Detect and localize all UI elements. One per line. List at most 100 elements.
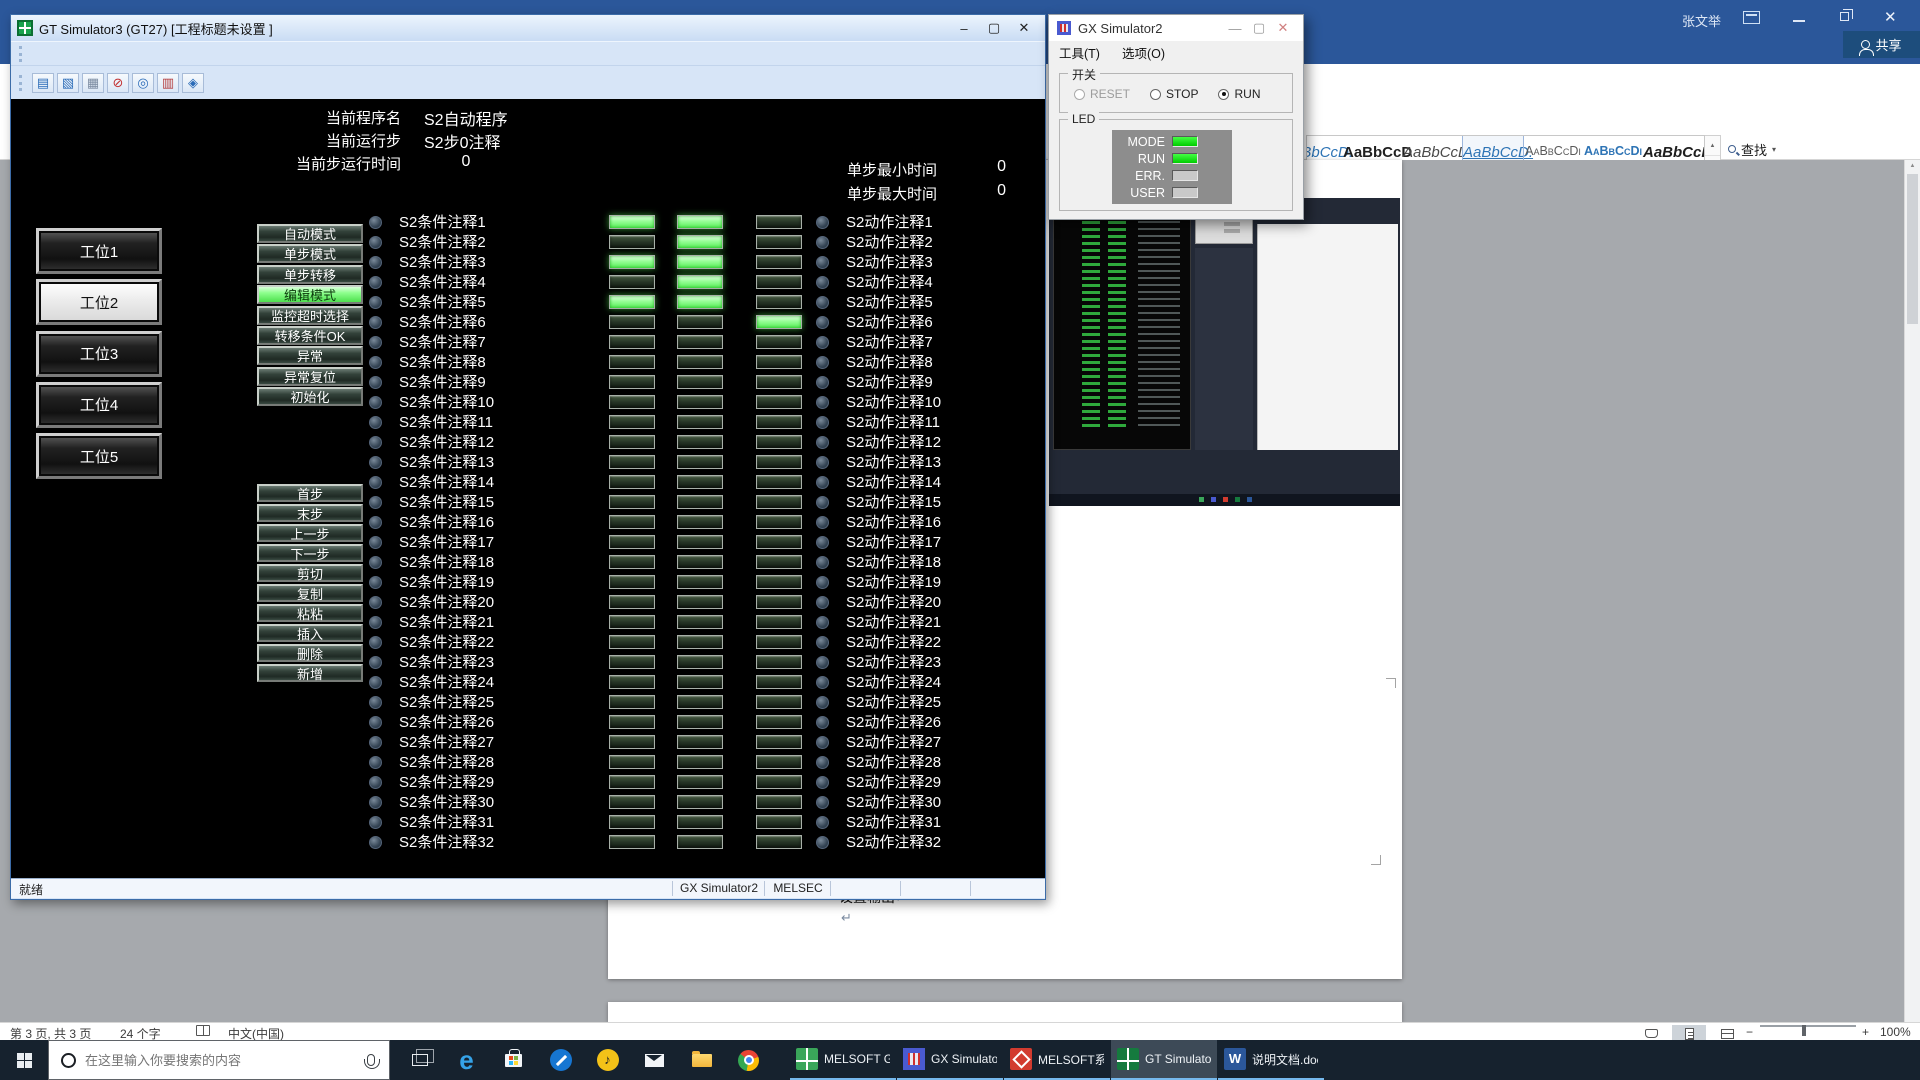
gt-app-icon: [17, 20, 33, 36]
taskbar-button[interactable]: MELSOFT GT Des...: [790, 1040, 896, 1080]
edge-icon[interactable]: [443, 1040, 490, 1080]
condition-active-led: [677, 215, 723, 229]
zoom-out-button[interactable]: −: [1746, 1025, 1753, 1039]
condition-set-led: [609, 595, 655, 609]
action-label: S2动作注释14: [846, 473, 941, 493]
option-icon[interactable]: [182, 73, 204, 93]
ribbon-display-options-icon[interactable]: [1743, 11, 1760, 24]
margin-corner-mark: [1386, 678, 1396, 688]
zoom-level[interactable]: 100%: [1880, 1025, 1911, 1039]
gx-menu-tools[interactable]: 工具(T): [1059, 43, 1100, 62]
min-time-value: 0: [956, 158, 1006, 176]
gx-maximize-button[interactable]: ▢: [1247, 20, 1271, 36]
condition-led-dot: [369, 656, 382, 669]
search-input[interactable]: [85, 1053, 367, 1068]
switch-radio[interactable]: RESET: [1074, 87, 1130, 101]
condition-led-dot: [369, 476, 382, 489]
condition-set-led: [609, 215, 655, 229]
condition-set-led: [609, 815, 655, 829]
condition-label: S2条件注释5: [399, 293, 486, 313]
document-page[interactable]: [608, 1002, 1402, 1022]
action-led-dot: [816, 436, 829, 449]
tool-icon[interactable]: [537, 1040, 584, 1080]
proofing-icon[interactable]: [196, 1025, 210, 1036]
switch-radio[interactable]: RUN: [1218, 87, 1260, 101]
taskbar-search[interactable]: [48, 1040, 390, 1080]
word-minimize-icon[interactable]: [1793, 20, 1805, 22]
word-close-icon[interactable]: ✕: [1884, 8, 1897, 26]
mail-icon[interactable]: [631, 1040, 678, 1080]
action-label: S2动作注释29: [846, 773, 941, 793]
action-led-dot: [816, 656, 829, 669]
action-set-led: [756, 715, 802, 729]
condition-label: S2条件注释7: [399, 333, 486, 353]
hmi-screen: 当前程序名 S2自动程序 当前运行步 S2步0注释 当前步运行时间 0 单步最小…: [11, 99, 1045, 878]
project-open-icon[interactable]: [32, 73, 54, 93]
max-time-label: 单步最大时间: [847, 183, 957, 204]
zoom-slider-thumb[interactable]: [1802, 1025, 1806, 1036]
action-led-dot: [816, 716, 829, 729]
action-set-led: [756, 655, 802, 669]
simulate-stop-icon[interactable]: [107, 73, 129, 93]
save-icon[interactable]: [82, 73, 104, 93]
chrome-icon[interactable]: [725, 1040, 772, 1080]
condition-led-dot: [369, 336, 382, 349]
action-set-led: [756, 775, 802, 789]
switch-radio[interactable]: STOP: [1150, 87, 1198, 101]
condition-set-led: [609, 575, 655, 589]
action-led-dot: [816, 516, 829, 529]
step-row: S2条件注释18 S2动作注释18: [11, 553, 1045, 573]
taskbar-button-icon: [1117, 1048, 1139, 1070]
gx-minimize-button[interactable]: —: [1223, 21, 1247, 36]
task-view-icon[interactable]: [396, 1040, 443, 1080]
gx-close-button[interactable]: ✕: [1271, 20, 1295, 36]
microphone-icon[interactable]: [367, 1054, 375, 1066]
condition-label: S2条件注释23: [399, 653, 494, 673]
file-explorer-icon[interactable]: [678, 1040, 725, 1080]
step-row: S2条件注释9 S2动作注释9: [11, 373, 1045, 393]
gt-minimize-button[interactable]: –: [949, 21, 979, 36]
gallery-up-icon[interactable]: ▲: [1705, 136, 1720, 156]
music-icon[interactable]: [584, 1040, 631, 1080]
action-led-dot: [816, 416, 829, 429]
find-dropdown-icon[interactable]: ▾: [1772, 145, 1776, 154]
zoom-in-button[interactable]: +: [1862, 1025, 1869, 1039]
screen-open-icon[interactable]: [57, 73, 79, 93]
device-monitor-icon[interactable]: [132, 73, 154, 93]
taskbar-button[interactable]: 说明文档.docx - ...: [1218, 1040, 1324, 1080]
embedded-screenshot-image[interactable]: [1049, 198, 1400, 506]
document-scrollbar[interactable]: ▲: [1904, 160, 1920, 1022]
taskbar-button[interactable]: GT Simulator3 (G...: [1111, 1040, 1217, 1080]
share-button[interactable]: 共享: [1843, 31, 1920, 58]
word-restore-icon[interactable]: [1840, 12, 1849, 21]
taskbar-button[interactable]: MELSOFT系列 GX...: [1004, 1040, 1110, 1080]
action-set-led: [756, 395, 802, 409]
action-led-dot: [816, 736, 829, 749]
gx-titlebar[interactable]: GX Simulator2 — ▢ ✕: [1049, 15, 1303, 41]
store-icon[interactable]: [490, 1040, 537, 1080]
action-set-led: [756, 355, 802, 369]
word-statusbar: 第 3 页, 共 3 页 24 个字 中文(中国) − + 100%: [0, 1022, 1920, 1040]
step-row: S2条件注释16 S2动作注释16: [11, 513, 1045, 533]
condition-led-dot: [369, 516, 382, 529]
condition-set-led: [609, 535, 655, 549]
zoom-slider-track[interactable]: [1760, 1025, 1856, 1027]
find-button[interactable]: 查找 ▾: [1728, 138, 1776, 160]
gx-menu-options[interactable]: 选项(O): [1122, 43, 1165, 62]
current-step-value: S2步0注释: [424, 129, 500, 153]
start-button[interactable]: [0, 1040, 48, 1080]
gt-close-button[interactable]: ✕: [1009, 20, 1039, 36]
condition-label: S2条件注释2: [399, 233, 486, 253]
condition-label: S2条件注释25: [399, 693, 494, 713]
action-label: S2动作注释16: [846, 513, 941, 533]
scrollbar-thumb[interactable]: [1907, 174, 1918, 324]
condition-label: S2条件注释18: [399, 553, 494, 573]
script-icon[interactable]: [157, 73, 179, 93]
condition-label: S2条件注释24: [399, 673, 494, 693]
taskbar-button[interactable]: GX Simulator2: [897, 1040, 1003, 1080]
scroll-up-icon[interactable]: ▲: [1905, 160, 1920, 172]
action-label: S2动作注释5: [846, 293, 933, 313]
gt-titlebar[interactable]: GT Simulator3 (GT27) [工程标题未设置 ] – ▢ ✕: [11, 15, 1045, 41]
gt-maximize-button[interactable]: ▢: [979, 20, 1009, 36]
action-label: S2动作注释10: [846, 393, 941, 413]
